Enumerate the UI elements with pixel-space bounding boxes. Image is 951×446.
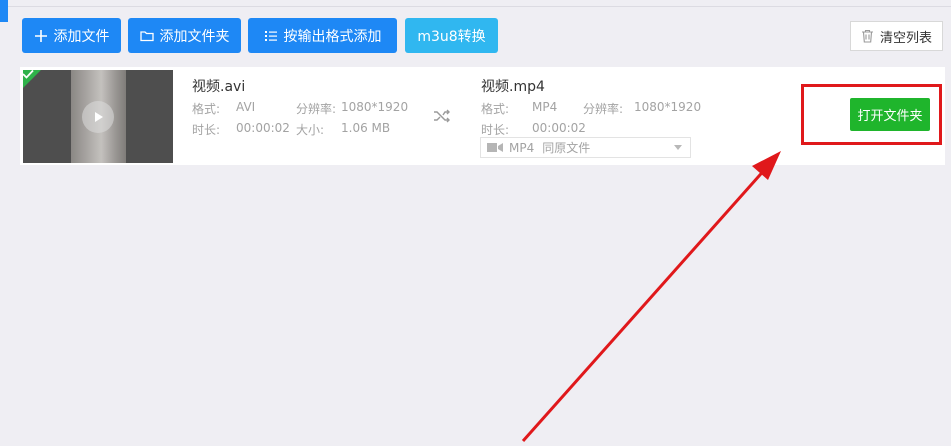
chevron-down-icon (674, 145, 682, 150)
list-icon (264, 30, 277, 41)
source-resolution-value: 1080*1920 (341, 100, 409, 114)
source-file-name: 视频.avi (192, 79, 246, 95)
source-duration-value: 00:00:02 (236, 121, 290, 135)
add-folder-label: 添加文件夹 (159, 28, 230, 45)
selected-format: MP4 (509, 140, 535, 155)
add-by-format-button[interactable]: 按输出格式添加 (248, 18, 397, 53)
output-format-select[interactable]: MP4 同原文件 (480, 137, 691, 158)
output-duration-value: 00:00:02 (532, 121, 586, 135)
selected-quality: 同原文件 (542, 141, 591, 155)
source-size-label: 大小: (296, 123, 325, 137)
source-format-label: 格式: (192, 102, 221, 116)
add-file-button[interactable]: 添加文件 (22, 18, 121, 53)
output-file-name: 视频.mp4 (481, 79, 545, 95)
output-format-label: 格式: (481, 102, 510, 116)
plus-icon (34, 29, 47, 42)
add-by-format-label: 按输出格式添加 (283, 28, 382, 45)
play-icon[interactable] (82, 101, 114, 133)
trash-icon (861, 29, 873, 43)
left-accent-bar (0, 0, 8, 22)
folder-icon (139, 30, 154, 41)
clear-list-label: 清空列表 (879, 30, 932, 46)
output-duration-label: 时长: (481, 123, 510, 137)
source-resolution-label: 分辨率: (296, 102, 337, 116)
output-resolution-label: 分辨率: (583, 102, 624, 116)
m3u8-convert-button[interactable]: m3u8转换 (405, 18, 498, 53)
clear-list-button[interactable]: 清空列表 (850, 21, 943, 51)
source-size-value: 1.06 MB (341, 121, 391, 135)
m3u8-convert-label: m3u8转换 (417, 28, 486, 45)
source-format-value: AVI (236, 100, 256, 114)
video-camera-icon (487, 143, 503, 152)
output-format-value: MP4 (532, 100, 558, 114)
highlight-box (801, 84, 942, 145)
source-duration-label: 时长: (192, 123, 221, 137)
add-folder-button[interactable]: 添加文件夹 (128, 18, 241, 53)
completed-check-icon (23, 70, 44, 91)
output-resolution-value: 1080*1920 (634, 100, 702, 114)
shuffle-icon (434, 109, 450, 123)
top-divider (8, 6, 951, 7)
add-file-label: 添加文件 (53, 28, 110, 45)
video-thumbnail[interactable] (23, 70, 173, 163)
